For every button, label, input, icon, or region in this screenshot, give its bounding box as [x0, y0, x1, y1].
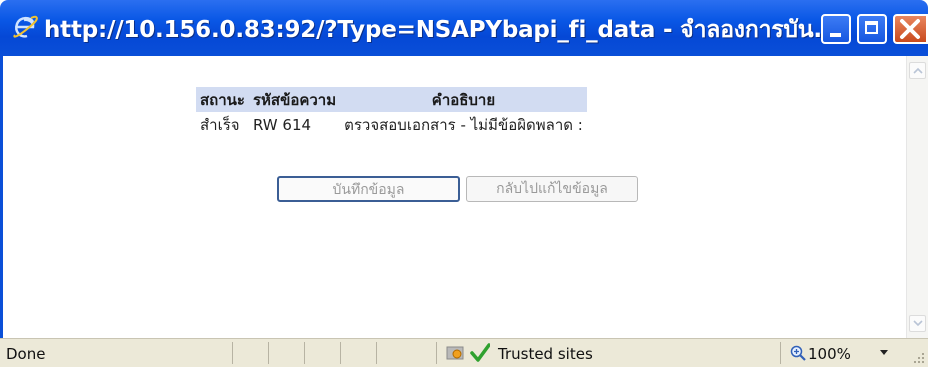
zoom-icon[interactable] — [790, 345, 806, 361]
status-divider — [304, 342, 305, 364]
zoom-level[interactable]: 100% — [808, 345, 851, 363]
status-divider — [376, 342, 377, 364]
close-icon — [900, 19, 920, 39]
lock-icon — [446, 346, 464, 360]
save-data-button[interactable]: บันทึกข้อมูล — [277, 176, 460, 202]
column-header-description: คำอธิบาย — [340, 87, 587, 112]
chevron-up-icon — [913, 67, 923, 74]
status-cell: สำเร็จ — [200, 115, 240, 134]
scroll-down-button[interactable] — [909, 315, 926, 332]
scroll-up-button[interactable] — [909, 62, 926, 79]
message-table: สถานะ รหัสข้อความ คำอธิบาย สำเร็จ RW 614… — [196, 87, 587, 137]
message-code-cell: RW 614 — [252, 115, 312, 134]
close-button[interactable] — [893, 14, 928, 44]
table-row: สำเร็จ RW 614 ตรวจสอบเอกสาร - ไม่มีข้อผิ… — [196, 112, 587, 137]
status-divider — [780, 342, 781, 364]
status-divider — [232, 342, 233, 364]
ie-icon — [13, 15, 38, 38]
chevron-down-icon — [913, 320, 923, 327]
dropdown-arrow-icon[interactable] — [880, 350, 888, 355]
column-header-message-code: รหัสข้อความ — [248, 87, 341, 112]
column-header-status: สถานะ — [196, 87, 249, 112]
table-header-row: สถานะ รหัสข้อความ คำอธิบาย — [196, 87, 587, 112]
status-divider — [340, 342, 341, 364]
security-zone-label: Trusted sites — [498, 345, 593, 363]
window-title: http://10.156.0.83:92/?Type=NSAPYbapi_fi… — [44, 17, 839, 43]
minimize-button[interactable] — [821, 14, 851, 44]
title-bar[interactable]: http://10.156.0.83:92/?Type=NSAPYbapi_fi… — [0, 0, 928, 56]
maximize-icon — [865, 21, 878, 34]
status-divider — [268, 342, 269, 364]
back-to-edit-button[interactable]: กลับไปแก้ไขข้อมูล — [466, 176, 638, 202]
status-bar: Done Trusted sites 100% — [0, 338, 928, 367]
description-cell: ตรวจสอบเอกสาร - ไม่มีข้อผิดพลาด : — [344, 115, 583, 134]
minimize-icon — [830, 33, 841, 37]
vertical-scrollbar[interactable] — [906, 56, 928, 338]
status-divider — [436, 342, 437, 364]
maximize-button[interactable] — [857, 14, 887, 44]
checkmark-icon — [470, 343, 490, 362]
resize-grip-icon[interactable] — [913, 352, 925, 364]
status-text: Done — [6, 345, 46, 363]
